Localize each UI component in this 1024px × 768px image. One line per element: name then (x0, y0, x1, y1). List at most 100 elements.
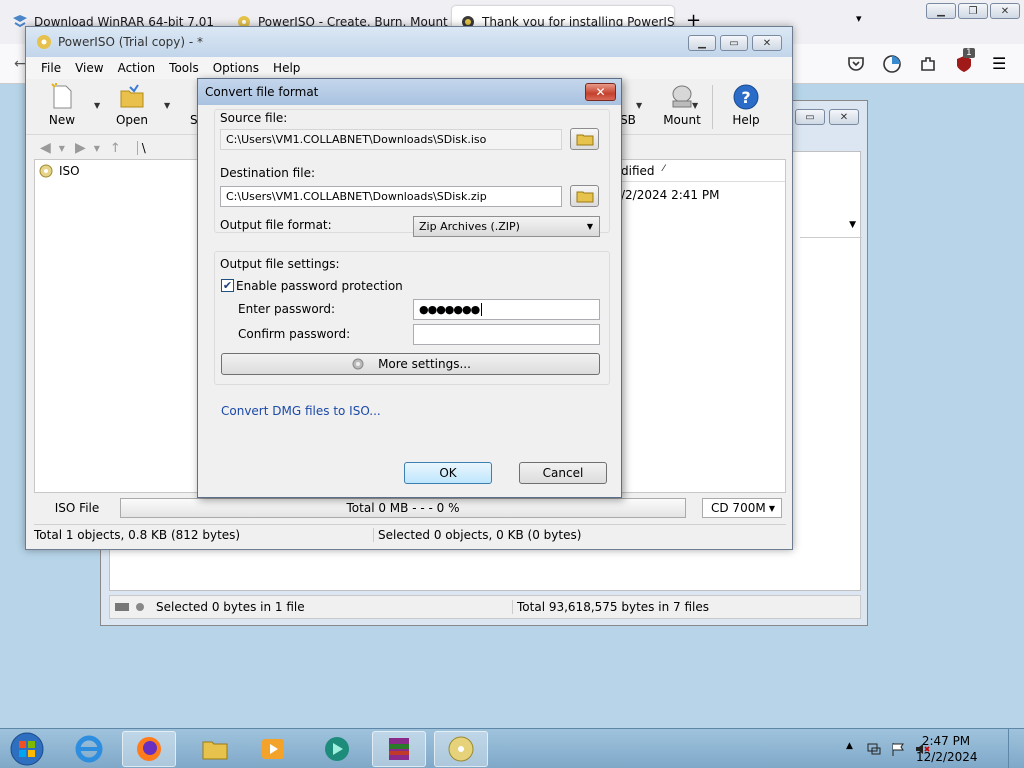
menu-tools[interactable]: Tools (162, 61, 206, 75)
minimize-button[interactable]: ▁ (688, 35, 716, 51)
source-file-label: Source file: (220, 111, 288, 125)
tree-item-iso[interactable]: ISO (39, 164, 80, 178)
confirm-password-field[interactable] (413, 324, 600, 345)
column-header-modified[interactable]: dified ⁄ (617, 160, 785, 182)
tab-list-chevron-icon[interactable]: ▾ (856, 12, 862, 25)
menu-action[interactable]: Action (111, 61, 163, 75)
extensions-icon[interactable] (918, 54, 938, 74)
sort-indicator-icon: ⁄ (663, 164, 665, 174)
pocket-icon[interactable] (846, 54, 866, 74)
open-folder-icon (120, 84, 144, 108)
maximize-button[interactable]: ▭ (720, 35, 748, 51)
close-button[interactable]: ✕ (752, 35, 782, 51)
forward-dropdown-icon[interactable]: ▼ (94, 144, 100, 153)
internet-explorer-icon (75, 735, 103, 763)
folder-icon (202, 741, 228, 760)
browse-destination-button[interactable] (570, 185, 599, 207)
new-dropdown-icon[interactable]: ▼ (94, 101, 100, 110)
background-status-bar: Selected 0 bytes in 1 file Total 93,618,… (109, 595, 861, 619)
hamburger-menu-icon[interactable]: ☰ (992, 54, 1006, 73)
convert-file-format-dialog: Convert file format ✕ Source file: C:\Us… (197, 78, 622, 498)
tray-clock[interactable]: 2:47 PM 12/2/2024 (916, 733, 978, 765)
firefox-icon (137, 737, 161, 761)
convert-dmg-link[interactable]: Convert DMG files to ISO... (221, 404, 381, 418)
enable-password-label[interactable]: Enable password protection (236, 279, 403, 293)
taskbar-internet-explorer[interactable] (62, 731, 116, 767)
status-total: Total 93,618,575 bytes in 7 files (512, 600, 709, 614)
new-button[interactable]: New (32, 83, 92, 131)
background-dropdown[interactable]: ▼ (800, 216, 862, 238)
destination-file-field[interactable]: C:\Users\VM1.COLLABNET\Downloads\SDisk.z… (220, 186, 562, 207)
more-settings-button[interactable]: More settings... (221, 353, 600, 375)
status-total-objects: Total 1 objects, 0.8 KB (812 bytes) (34, 527, 374, 542)
taskbar-media-player[interactable] (246, 731, 300, 767)
poweriso-disc-icon (448, 736, 474, 762)
enter-password-field[interactable]: ●●●●●●●​ (413, 299, 600, 320)
taskbar-winrar[interactable] (372, 731, 426, 767)
clock-time: 2:47 PM (921, 734, 971, 748)
menu-file[interactable]: File (34, 61, 68, 75)
maximize-button[interactable]: ❐ (958, 3, 988, 19)
toolbar-separator (712, 85, 713, 129)
new-document-icon (51, 83, 72, 109)
enter-password-label: Enter password: (238, 302, 336, 316)
source-file-field[interactable]: C:\Users\VM1.COLLABNET\Downloads\SDisk.i… (220, 129, 562, 150)
green-app-icon (325, 737, 349, 761)
action-center-flag-icon[interactable] (890, 741, 906, 757)
svg-text:?: ? (741, 88, 750, 107)
up-folder-icon[interactable]: ↑ (110, 141, 121, 156)
file-list-pane: dified ⁄ /2/2024 2:41 PM (616, 159, 786, 493)
account-sync-icon[interactable] (882, 54, 902, 74)
network-icon[interactable] (866, 741, 882, 757)
taskbar-file-explorer[interactable] (188, 731, 242, 767)
folder-icon (576, 134, 593, 146)
mount-button[interactable]: Mount (652, 83, 712, 131)
menu-options[interactable]: Options (206, 61, 266, 75)
open-button[interactable]: Open (102, 83, 162, 131)
forward-arrow-icon[interactable]: ▶ (75, 140, 86, 156)
ublock-extension-icon[interactable]: 1 (954, 48, 975, 74)
menu-help[interactable]: Help (266, 61, 307, 75)
open-dropdown-icon[interactable]: ▼ (164, 101, 170, 110)
tray-expand-icon[interactable]: ▲ (846, 741, 853, 751)
start-button[interactable] (2, 731, 52, 767)
media-size-select[interactable]: CD 700M ▼ (702, 498, 782, 518)
close-button[interactable]: ✕ (829, 109, 859, 125)
poweriso-title-bar: PowerISO (Trial copy) - * ▁ ▭ ✕ (26, 27, 792, 57)
back-dropdown-icon[interactable]: ▼ (59, 144, 65, 153)
confirm-password-label: Confirm password: (238, 327, 351, 341)
show-desktop-button[interactable] (1008, 729, 1024, 768)
taskbar-firefox[interactable] (122, 731, 176, 767)
cancel-button[interactable]: Cancel (519, 462, 607, 484)
file-modified-cell[interactable]: /2/2024 2:41 PM (621, 188, 719, 202)
image-type-label: ISO File (54, 501, 100, 515)
extension-badge-count: 1 (963, 48, 975, 58)
media-player-icon (262, 739, 284, 759)
output-format-label: Output file format: (220, 218, 332, 232)
back-arrow-icon[interactable]: ◀ (40, 140, 51, 156)
close-button[interactable]: ✕ (990, 3, 1020, 19)
ok-button[interactable]: OK (404, 462, 492, 484)
windows-start-icon (10, 732, 44, 766)
winrar-icon (389, 738, 409, 760)
text-cursor: ​ (481, 303, 483, 316)
output-format-select[interactable]: Zip Archives (.ZIP) ▼ (413, 216, 600, 237)
taskbar-poweriso[interactable] (434, 731, 488, 767)
status-selected-objects: Selected 0 objects, 0 KB (0 bytes) (378, 527, 582, 542)
enable-password-checkbox[interactable]: ✔ (221, 279, 234, 292)
minimize-button[interactable]: ▁ (926, 3, 956, 19)
restore-button[interactable]: ▭ (795, 109, 825, 125)
taskbar: ▲ 2:47 PM 12/2/2024 (0, 728, 1024, 768)
browse-source-button[interactable] (570, 128, 599, 150)
taskbar-app-green[interactable] (310, 731, 364, 767)
help-button[interactable]: ? Help (716, 83, 776, 131)
menu-view[interactable]: View (68, 61, 110, 75)
mount-dropdown-icon[interactable]: ▼ (692, 101, 698, 110)
current-path[interactable]: \ (136, 141, 146, 155)
status-bar: Total 1 objects, 0.8 KB (812 bytes) Sele… (34, 524, 786, 544)
status-selected: Selected 0 bytes in 1 file (156, 600, 305, 614)
poweriso-app-icon (37, 35, 51, 49)
dialog-title-bar: Convert file format ✕ (198, 79, 621, 105)
dialog-close-button[interactable]: ✕ (585, 83, 616, 101)
back-arrow-icon[interactable]: ← (14, 56, 26, 72)
